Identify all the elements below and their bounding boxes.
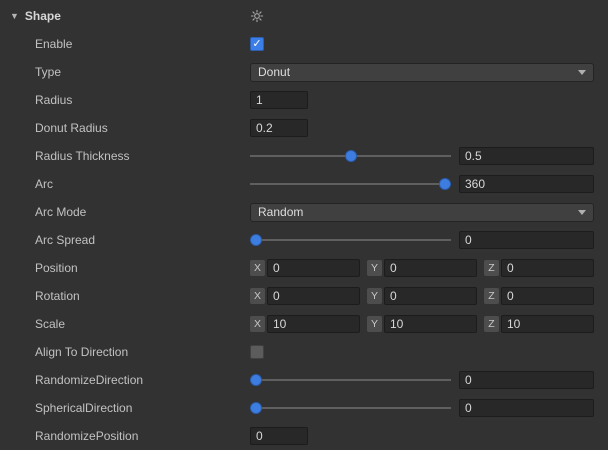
axis-y-label: Y [367, 316, 382, 332]
row-arc-mode: Arc Mode Random [0, 198, 608, 226]
spherical-direction-input[interactable] [459, 399, 594, 417]
module-title: Shape [25, 9, 61, 23]
row-spherical-direction: SphericalDirection [0, 394, 608, 422]
row-rotation: Rotation X Y Z [0, 282, 608, 310]
rotation-y-group: Y [367, 287, 477, 305]
row-enable: Enable ✓ [0, 30, 608, 58]
donut-radius-input[interactable] [250, 119, 308, 137]
slider-track [250, 239, 451, 241]
row-type: Type Donut [0, 58, 608, 86]
axis-x-label: X [250, 260, 265, 276]
randomize-position-label: RandomizePosition [35, 429, 250, 443]
slider-track [250, 183, 451, 185]
rotation-z-group: Z [484, 287, 594, 305]
scale-z-group: Z [484, 315, 594, 333]
scale-x-input[interactable] [267, 315, 360, 333]
arc-label: Arc [35, 177, 250, 191]
rotation-vector3: X Y Z [250, 287, 594, 305]
foldout-arrow-icon[interactable]: ▼ [10, 11, 19, 21]
scale-z-input[interactable] [501, 315, 594, 333]
scale-y-input[interactable] [384, 315, 477, 333]
row-arc: Arc [0, 170, 608, 198]
row-arc-spread: Arc Spread [0, 226, 608, 254]
rotation-x-input[interactable] [267, 287, 360, 305]
position-label: Position [35, 261, 250, 275]
row-donut-radius: Donut Radius [0, 114, 608, 142]
axis-x-label: X [250, 316, 265, 332]
scale-y-group: Y [367, 315, 477, 333]
enable-checkbox[interactable]: ✓ [250, 37, 264, 51]
slider-handle[interactable] [345, 150, 357, 162]
slider-handle[interactable] [250, 402, 262, 414]
row-radius: Radius [0, 86, 608, 114]
scale-label: Scale [35, 317, 250, 331]
axis-y-label: Y [367, 260, 382, 276]
row-radius-thickness: Radius Thickness [0, 142, 608, 170]
slider-track [250, 379, 451, 381]
rotation-label: Rotation [35, 289, 250, 303]
row-position: Position X Y Z [0, 254, 608, 282]
type-label: Type [35, 65, 250, 79]
randomize-direction-slider[interactable] [250, 371, 451, 389]
type-dropdown-value: Donut [258, 65, 290, 79]
module-foldout[interactable]: ▼ Shape [10, 9, 250, 23]
position-x-input[interactable] [267, 259, 360, 277]
enable-label: Enable [35, 37, 250, 51]
axis-y-label: Y [367, 288, 382, 304]
shape-module-panel: ▼ Shape Enable ✓ Type [0, 0, 608, 450]
align-to-direction-checkbox[interactable]: ✓ [250, 345, 264, 359]
radius-label: Radius [35, 93, 250, 107]
arc-mode-dropdown-value: Random [258, 205, 303, 219]
scale-vector3: X Y Z [250, 315, 594, 333]
row-scale: Scale X Y Z [0, 310, 608, 338]
radius-input[interactable] [250, 91, 308, 109]
arc-spread-slider[interactable] [250, 231, 451, 249]
position-x-group: X [250, 259, 360, 277]
settings-gear-icon[interactable] [250, 9, 264, 23]
donut-radius-label: Donut Radius [35, 121, 250, 135]
row-randomize-direction: RandomizeDirection [0, 366, 608, 394]
spherical-direction-slider[interactable] [250, 399, 451, 417]
row-align-to-direction: Align To Direction ✓ [0, 338, 608, 366]
slider-handle[interactable] [439, 178, 451, 190]
position-z-input[interactable] [501, 259, 594, 277]
radius-thickness-label: Radius Thickness [35, 149, 250, 163]
arc-spread-label: Arc Spread [35, 233, 250, 247]
axis-x-label: X [250, 288, 265, 304]
position-y-input[interactable] [384, 259, 477, 277]
spherical-direction-label: SphericalDirection [35, 401, 250, 415]
module-header: ▼ Shape [0, 2, 608, 30]
randomize-position-input[interactable] [250, 427, 308, 445]
row-randomize-position: RandomizePosition [0, 422, 608, 450]
position-z-group: Z [484, 259, 594, 277]
position-vector3: X Y Z [250, 259, 594, 277]
type-dropdown[interactable]: Donut [250, 63, 594, 82]
slider-handle[interactable] [250, 234, 262, 246]
chevron-down-icon [578, 70, 586, 75]
position-y-group: Y [367, 259, 477, 277]
rotation-y-input[interactable] [384, 287, 477, 305]
rotation-x-group: X [250, 287, 360, 305]
arc-slider[interactable] [250, 175, 451, 193]
radius-thickness-input[interactable] [459, 147, 594, 165]
scale-x-group: X [250, 315, 360, 333]
chevron-down-icon [578, 210, 586, 215]
arc-mode-dropdown[interactable]: Random [250, 203, 594, 222]
axis-z-label: Z [484, 288, 499, 304]
axis-z-label: Z [484, 260, 499, 276]
arc-spread-input[interactable] [459, 231, 594, 249]
randomize-direction-input[interactable] [459, 371, 594, 389]
align-to-direction-label: Align To Direction [35, 345, 250, 359]
randomize-direction-label: RandomizeDirection [35, 373, 250, 387]
radius-thickness-slider[interactable] [250, 147, 451, 165]
slider-track [250, 407, 451, 409]
slider-handle[interactable] [250, 374, 262, 386]
arc-input[interactable] [459, 175, 594, 193]
arc-mode-label: Arc Mode [35, 205, 250, 219]
check-icon: ✓ [252, 39, 261, 50]
axis-z-label: Z [484, 316, 499, 332]
rotation-z-input[interactable] [501, 287, 594, 305]
